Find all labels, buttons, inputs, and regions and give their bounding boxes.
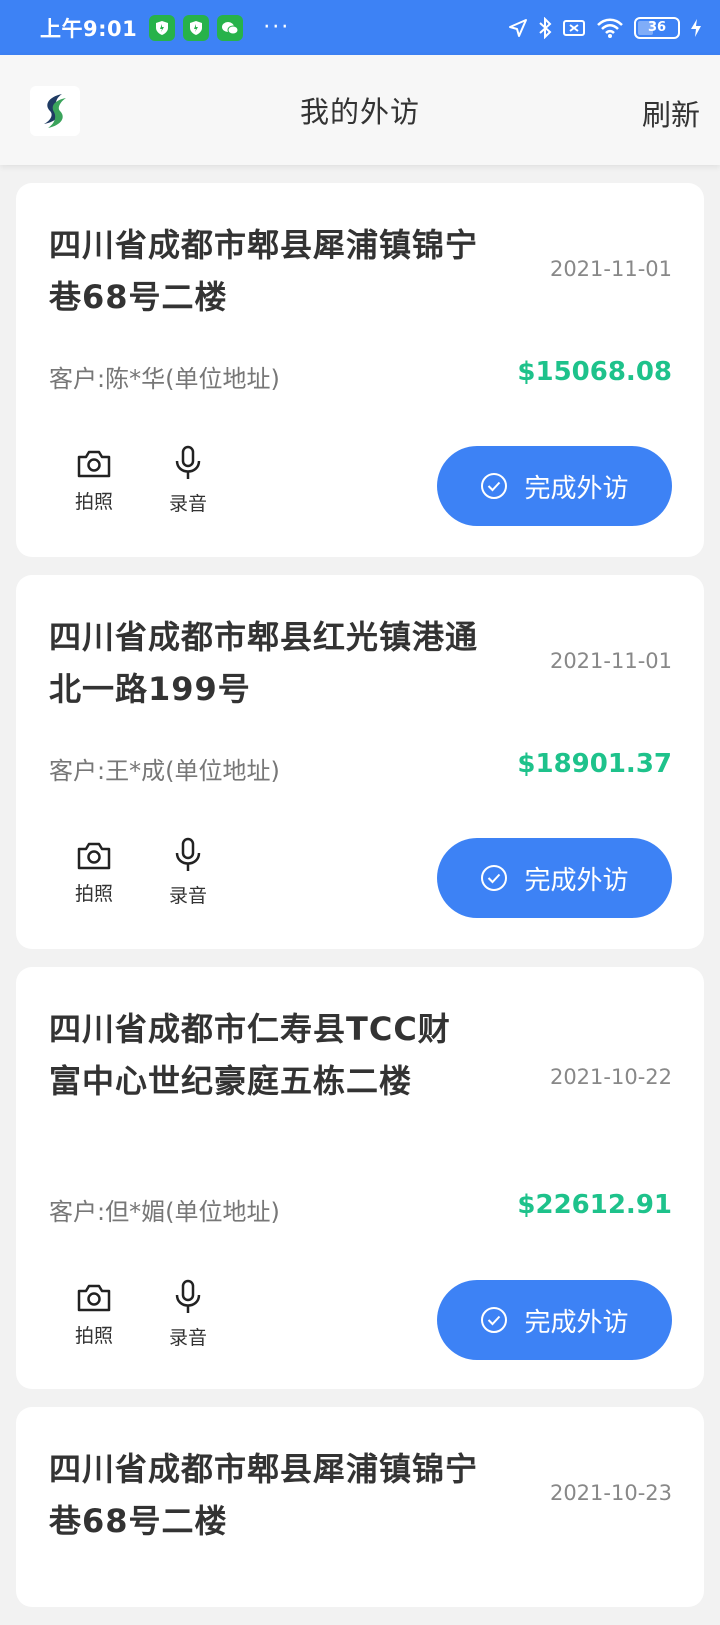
amount-due: $15068.08: [517, 357, 672, 387]
visit-address: 四川省成都市郫县犀浦镇锦宁巷68号二楼: [49, 1450, 479, 1540]
finish-visit-button[interactable]: 完成外访: [437, 446, 672, 526]
visit-date: 2021-10-23: [549, 1481, 672, 1505]
charging-icon: [691, 18, 701, 37]
system-icons: 36: [508, 16, 702, 39]
record-label: 录音: [168, 1327, 207, 1349]
page-title: 我的外访: [299, 95, 420, 129]
finish-visit-label: 完成外访: [524, 473, 629, 504]
finish-visit-button[interactable]: 完成外访: [437, 838, 672, 918]
record-label: 录音: [168, 885, 207, 907]
check-circle-icon: [481, 473, 508, 499]
visit-address: 四川省成都市仁寿县TCC财富中心世纪豪庭五栋二楼: [49, 1010, 451, 1100]
battery-icon: 36: [634, 16, 680, 39]
refresh-button[interactable]: 刷新: [642, 92, 700, 134]
microphone-icon: [175, 445, 201, 479]
record-button[interactable]: 录音: [158, 837, 218, 908]
visit-card[interactable]: 四川省成都市郫县犀浦镇锦宁巷68号二楼 2021-10-23: [16, 1407, 704, 1607]
visit-date: 2021-11-01: [549, 257, 672, 281]
no-sim-icon: [563, 19, 585, 36]
visit-date: 2021-11-01: [549, 649, 672, 673]
photo-button[interactable]: 拍照: [64, 841, 124, 906]
camera-icon: [77, 1284, 111, 1312]
more-notifications-icon: ···: [263, 14, 291, 40]
visit-address: 四川省成都市郫县红光镇港通北一路199号: [49, 618, 479, 708]
shield-app-icon-2: [183, 14, 210, 41]
record-button[interactable]: 录音: [158, 445, 218, 516]
app-logo: [30, 86, 80, 136]
visit-card[interactable]: 四川省成都市仁寿县TCC财富中心世纪豪庭五栋二楼 2021-10-22 客户:但…: [16, 967, 704, 1389]
visit-list: 四川省成都市郫县犀浦镇锦宁巷68号二楼 2021-11-01 客户:陈*华(单位…: [0, 183, 720, 1625]
amount-due: $18901.37: [517, 749, 672, 779]
visit-address: 四川省成都市郫县犀浦镇锦宁巷68号二楼: [49, 226, 479, 316]
client-info: 客户:但*媚(单位地址): [49, 1198, 280, 1226]
check-circle-icon: [481, 865, 508, 891]
status-bar: 上午9:01 ··· 36: [0, 0, 720, 55]
wifi-icon: [597, 18, 623, 38]
client-info: 客户:陈*华(单位地址): [49, 365, 280, 393]
amount-due: $22612.91: [517, 1190, 672, 1220]
wechat-icon: [217, 14, 244, 41]
finish-visit-label: 完成外访: [524, 1307, 629, 1338]
app-header: 我的外访 刷新: [0, 55, 720, 165]
record-button[interactable]: 录音: [158, 1279, 218, 1350]
visit-date: 2021-10-22: [549, 1065, 672, 1089]
status-time: 上午9:01: [40, 16, 138, 41]
photo-label: 拍照: [74, 1325, 113, 1347]
visit-card[interactable]: 四川省成都市郫县红光镇港通北一路199号 2021-11-01 客户:王*成(单…: [16, 575, 704, 949]
record-label: 录音: [168, 493, 207, 515]
client-info: 客户:王*成(单位地址): [49, 757, 280, 785]
camera-icon: [77, 450, 111, 478]
finish-visit-button[interactable]: 完成外访: [437, 1280, 672, 1360]
notification-icons: ···: [149, 14, 291, 41]
visit-card[interactable]: 四川省成都市郫县犀浦镇锦宁巷68号二楼 2021-11-01 客户:陈*华(单位…: [16, 183, 704, 557]
photo-label: 拍照: [74, 491, 113, 513]
camera-icon: [77, 842, 111, 870]
photo-button[interactable]: 拍照: [64, 449, 124, 514]
shield-app-icon: [149, 14, 176, 41]
battery-level: 36: [647, 20, 667, 35]
finish-visit-label: 完成外访: [524, 865, 629, 896]
microphone-icon: [175, 1279, 201, 1313]
check-circle-icon: [481, 1307, 508, 1333]
bluetooth-icon: [539, 16, 552, 39]
photo-button[interactable]: 拍照: [64, 1283, 124, 1348]
photo-label: 拍照: [74, 883, 113, 905]
microphone-icon: [175, 837, 201, 871]
location-icon: [509, 18, 527, 37]
